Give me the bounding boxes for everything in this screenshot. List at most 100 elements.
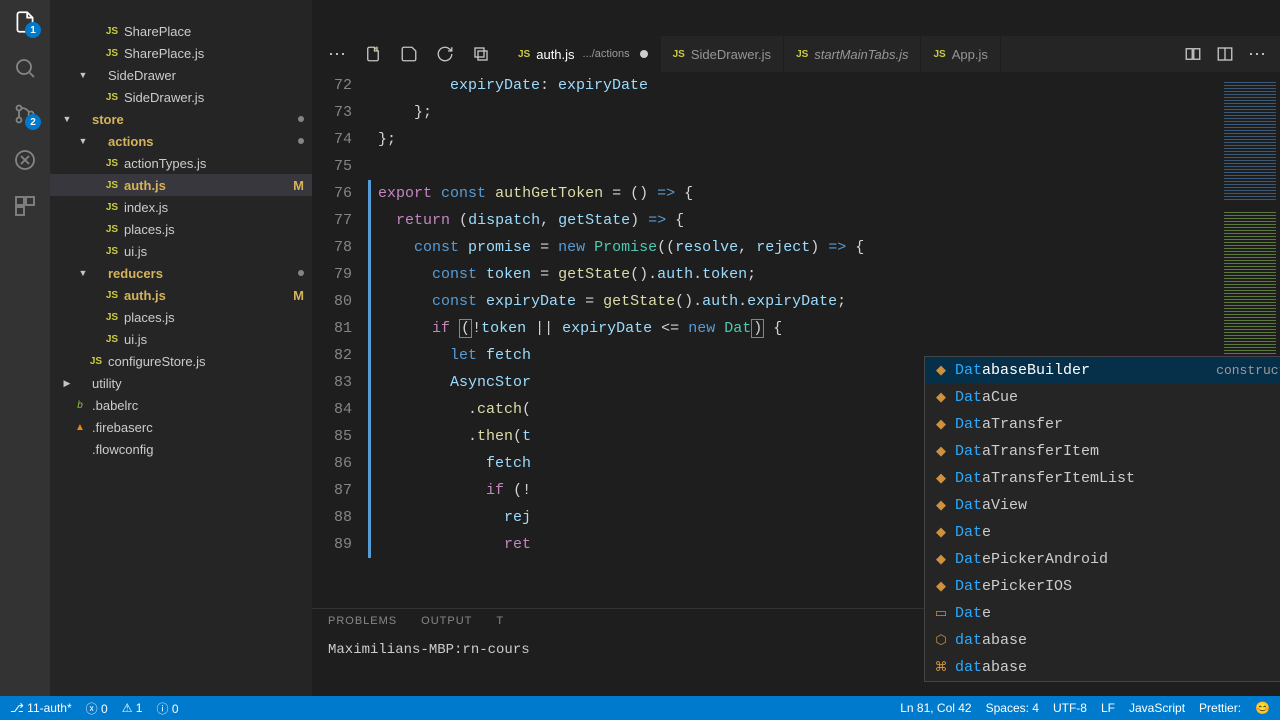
- suggest-item[interactable]: ◆DataTransferItem: [925, 438, 1280, 465]
- intellisense-suggest[interactable]: ◆DatabaseBuilderconstructor DatabaseBuil…: [924, 356, 1280, 682]
- refresh-icon[interactable]: [436, 45, 454, 63]
- code-line[interactable]: };: [378, 126, 1220, 153]
- panel-tab-problems[interactable]: PROBLEMS: [328, 615, 397, 632]
- line-number: 88: [312, 504, 352, 531]
- suggest-label: DatePickerIOS: [955, 578, 1072, 595]
- folder-utility[interactable]: utility: [50, 372, 312, 394]
- suggest-item[interactable]: ◆DataView: [925, 492, 1280, 519]
- tab-auth.js[interactable]: JSauth.js.../actions: [506, 36, 661, 72]
- panel-tab-output[interactable]: OUTPUT: [421, 615, 472, 632]
- file-SharePlace[interactable]: JS SharePlace: [50, 20, 312, 42]
- save-all-icon[interactable]: [400, 45, 418, 63]
- file-ui.js[interactable]: JSui.js: [50, 240, 312, 262]
- status-language[interactable]: JavaScript: [1129, 701, 1185, 715]
- more-icon[interactable]: ⋯: [1248, 44, 1266, 65]
- code-line[interactable]: [378, 153, 1220, 180]
- suggest-item[interactable]: ◆DatePickerAndroid: [925, 546, 1280, 573]
- chevron-icon: [62, 378, 72, 389]
- status-prettier[interactable]: Prettier:: [1199, 701, 1241, 715]
- js-icon: JS: [104, 26, 120, 37]
- file-SharePlace.js[interactable]: JSSharePlace.js: [50, 42, 312, 64]
- file-auth.js[interactable]: JSauth.jsM: [50, 174, 312, 196]
- suggest-kind-icon: ▭: [933, 606, 949, 622]
- tab-App.js[interactable]: JSApp.js: [921, 36, 1000, 72]
- chevron-icon: [78, 70, 88, 80]
- js-icon: JS: [796, 49, 808, 60]
- git-dot: [298, 116, 304, 122]
- tab-startMainTabs.js[interactable]: JSstartMainTabs.js: [784, 36, 921, 72]
- file-.babelrc[interactable]: b.babelrc: [50, 394, 312, 416]
- code-line[interactable]: };: [378, 99, 1220, 126]
- status-feedback-icon[interactable]: 😊: [1255, 701, 1270, 715]
- code-line[interactable]: const token = getState().auth.token;: [378, 261, 1220, 288]
- suggest-kind-icon: ⬡: [933, 633, 949, 649]
- file-explorer[interactable]: JSSharePlace JSSharePlace.js SideDrawer …: [50, 0, 312, 696]
- suggest-item[interactable]: ⬡database: [925, 627, 1280, 654]
- suggest-item[interactable]: ◆DatabaseBuilderconstructor DatabaseBuil…: [925, 357, 1280, 384]
- status-warnings[interactable]: ⚠ 1: [122, 701, 143, 715]
- file-SideDrawer.js[interactable]: JSSideDrawer.js: [50, 86, 312, 108]
- folder-SideDrawer[interactable]: SideDrawer: [50, 64, 312, 86]
- compare-icon[interactable]: [1184, 45, 1202, 63]
- suggest-kind-icon: ◆: [933, 417, 949, 433]
- suggest-kind-icon: ◆: [933, 363, 949, 379]
- code-line[interactable]: if (!token || expiryDate <= new Dat) {: [378, 315, 1220, 342]
- panel-tab-terminal[interactable]: T: [496, 615, 504, 632]
- tab-label: SideDrawer.js: [691, 47, 771, 62]
- code-line[interactable]: const promise = new Promise((resolve, re…: [378, 234, 1220, 261]
- suggest-item[interactable]: ◆Date: [925, 519, 1280, 546]
- debug-icon[interactable]: [11, 146, 39, 174]
- tab-SideDrawer.js[interactable]: JSSideDrawer.js: [661, 36, 784, 72]
- line-number: 82: [312, 342, 352, 369]
- code-line[interactable]: expiryDate: expiryDate: [378, 72, 1220, 99]
- scm-icon[interactable]: 2: [11, 100, 39, 128]
- suggest-label: DatabaseBuilder: [955, 362, 1090, 379]
- file-.firebaserc[interactable]: ▲.firebaserc: [50, 416, 312, 438]
- file-index.js[interactable]: JSindex.js: [50, 196, 312, 218]
- split-icon[interactable]: [1216, 45, 1234, 63]
- status-cursor[interactable]: Ln 81, Col 42: [900, 701, 971, 715]
- js-icon: JS: [104, 48, 120, 59]
- file-auth.js[interactable]: JSauth.jsM: [50, 284, 312, 306]
- tree-label: .flowconfig: [92, 442, 304, 457]
- status-spaces[interactable]: Spaces: 4: [986, 701, 1039, 715]
- suggest-item[interactable]: ◆DatePickerIOS: [925, 573, 1280, 600]
- tree-label: SharePlace: [124, 24, 304, 39]
- suggest-item[interactable]: ◆DataTransferItemList: [925, 465, 1280, 492]
- line-number: 73: [312, 99, 352, 126]
- tree-label: places.js: [124, 222, 304, 237]
- file-places.js[interactable]: JSplaces.js: [50, 306, 312, 328]
- code-line[interactable]: const expiryDate = getState().auth.expir…: [378, 288, 1220, 315]
- suggest-item[interactable]: ◆ DataTransfer: [925, 411, 1280, 438]
- extensions-icon[interactable]: [11, 192, 39, 220]
- folder-store[interactable]: store: [50, 108, 312, 130]
- file-actionTypes.js[interactable]: JSactionTypes.js: [50, 152, 312, 174]
- status-eol[interactable]: LF: [1101, 701, 1115, 715]
- file-configureStore.js[interactable]: JSconfigureStore.js: [50, 350, 312, 372]
- suggest-item[interactable]: ⌘database: [925, 654, 1280, 681]
- suggest-item[interactable]: ▭Date: [925, 600, 1280, 627]
- folder-reducers[interactable]: reducers: [50, 262, 312, 284]
- status-info[interactable]: ⓘ 0: [156, 700, 178, 717]
- line-number: 84: [312, 396, 352, 423]
- overflow-icon[interactable]: ⋯: [328, 44, 346, 65]
- status-branch[interactable]: ⎇ 11-auth*: [10, 701, 72, 715]
- status-encoding[interactable]: UTF-8: [1053, 701, 1087, 715]
- file-places.js[interactable]: JSplaces.js: [50, 218, 312, 240]
- new-file-icon[interactable]: [364, 45, 382, 63]
- file-.flowconfig[interactable]: .flowconfig: [50, 438, 312, 460]
- explorer-icon[interactable]: 1: [11, 8, 39, 36]
- search-icon[interactable]: [11, 54, 39, 82]
- tree-label: store: [92, 112, 298, 127]
- tab-sublabel: .../actions: [583, 48, 630, 60]
- code-line[interactable]: export const authGetToken = () => {: [378, 180, 1220, 207]
- folder-actions[interactable]: actions: [50, 130, 312, 152]
- suggest-item[interactable]: ◆DataCue: [925, 384, 1280, 411]
- status-errors[interactable]: ⓧ 0: [86, 700, 108, 717]
- js-icon: JS: [104, 312, 120, 323]
- collapse-icon[interactable]: [472, 45, 490, 63]
- code-line[interactable]: return (dispatch, getState) => {: [378, 207, 1220, 234]
- file-ui.js[interactable]: JSui.js: [50, 328, 312, 350]
- suggest-label: DataTransfer: [955, 416, 1063, 433]
- git-dot: [298, 270, 304, 276]
